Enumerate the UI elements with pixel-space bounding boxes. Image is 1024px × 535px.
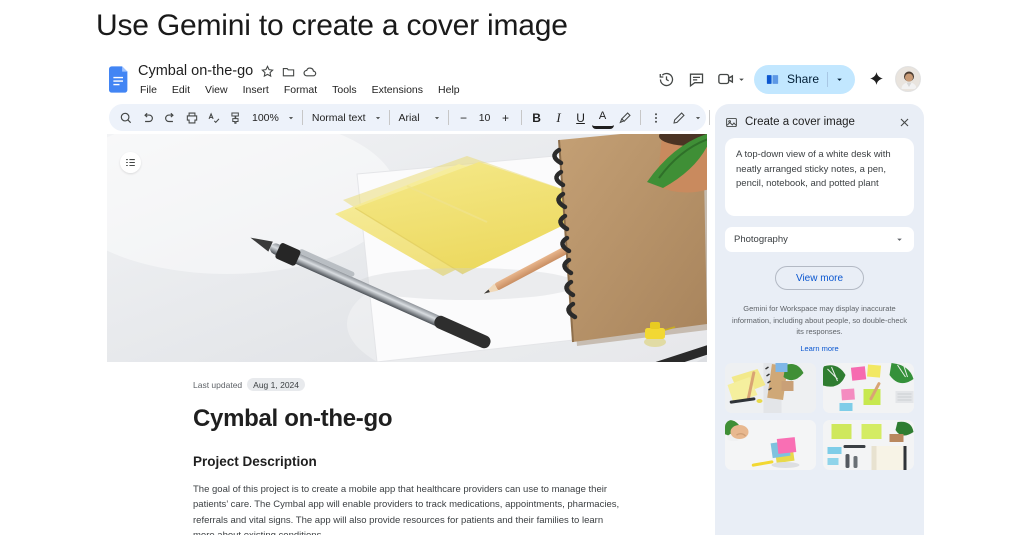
font-family-value: Arial [398,111,420,124]
toolbar-divider [301,110,303,125]
menu-item-view[interactable]: View [203,83,230,97]
menu-item-tools[interactable]: Tools [330,83,359,97]
view-more-label: View more [795,272,844,284]
chevron-down-icon [373,113,383,123]
menu-item-insert[interactable]: Insert [241,83,271,97]
version-history-icon[interactable] [652,64,682,94]
screenshot-root: Use Gemini to create a cover image Cymba… [0,0,1024,535]
last-updated-chip[interactable]: Aug 1, 2024 [247,378,306,391]
document-heading: Cymbal on-the-go [193,405,393,432]
chevron-down-icon [736,74,747,85]
folder-move-icon[interactable] [282,65,295,78]
menu-item-file[interactable]: File [138,83,159,97]
edit-pencil-icon [672,111,686,125]
bold-button[interactable]: B [526,107,548,129]
search-icon[interactable] [115,107,137,129]
generated-image-thumbnail-4[interactable] [823,419,914,470]
redo-icon[interactable] [159,107,181,129]
google-docs-window: Cymbal on-the-go File Edit View Insert F… [104,58,924,535]
editing-mode-dropdown[interactable] [667,107,705,128]
meet-call-button[interactable] [712,64,750,94]
decrease-font-size-button[interactable]: − [453,107,475,129]
user-avatar[interactable] [895,66,921,92]
image-style-dropdown[interactable]: Photography [725,227,914,252]
image-placeholder-icon [725,116,738,129]
menu-item-format[interactable]: Format [282,83,319,97]
document-canvas: Last updated Aug 1, 2024 Cymbal on-the-g… [104,134,713,535]
docs-header: Cymbal on-the-go File Edit View Insert F… [104,58,924,103]
chevron-down-icon [894,234,905,245]
font-family-dropdown[interactable]: Arial [394,107,444,128]
last-updated-row: Last updated Aug 1, 2024 [193,378,623,391]
document-body: Last updated Aug 1, 2024 Cymbal on-the-g… [193,378,623,535]
paragraph-style-value: Normal text [311,111,366,124]
font-size-stepper: − 10 + [453,107,517,129]
spellcheck-icon[interactable] [203,107,225,129]
document-cover-image[interactable] [107,134,707,362]
toolbar-divider [639,110,641,125]
share-button[interactable]: Share [753,64,855,94]
learn-more-link[interactable]: Learn more [725,344,914,353]
font-size-value[interactable]: 10 [476,112,494,124]
underline-button[interactable]: U [570,107,592,129]
menu-bar: File Edit View Insert Format Tools Exten… [138,83,462,97]
comment-icon[interactable] [682,64,712,94]
more-vertical-icon[interactable] [645,107,667,129]
share-lock-icon [765,72,780,87]
paragraph-style-dropdown[interactable]: Normal text [307,107,385,128]
view-more-button[interactable]: View more [774,266,865,290]
last-updated-label: Last updated [193,379,243,390]
generated-image-thumbnail-3[interactable] [725,419,816,470]
close-icon[interactable] [894,112,914,132]
google-docs-icon[interactable] [109,66,130,93]
gemini-sparkle-icon[interactable] [861,64,891,94]
toolbar-divider [447,110,449,125]
image-style-value: Photography [734,234,788,245]
toolbar-divider [520,110,522,125]
text-color-button[interactable]: A [591,107,614,129]
view-more-row: View more [725,266,914,290]
gemini-side-panel: Create a cover image A top-down view of … [715,104,924,535]
gemini-panel-title: Create a cover image [745,116,855,128]
image-prompt-input[interactable]: A top-down view of a white desk with nea… [725,138,914,216]
document-title-row: Cymbal on-the-go [138,63,317,79]
chevron-down-icon [693,113,703,123]
gemini-panel-header: Create a cover image [725,104,914,138]
print-icon[interactable] [181,107,203,129]
document-outline-icon[interactable] [120,152,141,173]
generated-image-thumbnail-2[interactable] [823,362,914,413]
generated-image-thumbnail-1[interactable] [725,362,816,413]
toolbar-divider [708,110,710,125]
gemini-disclaimer: Gemini for Workspace may display inaccur… [731,304,908,337]
share-button-label: Share [786,72,819,86]
video-camera-icon [717,70,735,88]
document-subheading: Project Description [193,454,317,469]
paint-format-icon[interactable] [225,107,247,129]
menu-item-help[interactable]: Help [436,83,462,97]
toolbar-divider [388,110,390,125]
slide-title: Use Gemini to create a cover image [96,9,568,42]
chevron-down-icon [286,113,296,123]
document-title[interactable]: Cymbal on-the-go [138,63,253,79]
menu-item-extensions[interactable]: Extensions [370,83,425,97]
increase-font-size-button[interactable]: + [495,107,517,129]
italic-button[interactable]: I [548,107,570,129]
formatting-toolbar: 100% Normal text Arial − 10 + B I U A [109,104,729,131]
generated-images-grid [725,362,914,470]
share-chevron-down-icon[interactable] [828,74,851,85]
chevron-down-icon [432,113,442,123]
document-page[interactable]: Last updated Aug 1, 2024 Cymbal on-the-g… [107,134,707,535]
menu-item-edit[interactable]: Edit [170,83,192,97]
header-actions: Share [652,64,921,94]
zoom-level-value: 100% [252,111,279,124]
document-paragraph: The goal of this project is to create a … [193,484,620,535]
undo-icon[interactable] [137,107,159,129]
cloud-saved-icon[interactable] [303,65,317,78]
highlight-pen-icon[interactable] [614,107,636,129]
star-icon[interactable] [261,64,275,78]
zoom-level-dropdown[interactable]: 100% [247,107,298,128]
